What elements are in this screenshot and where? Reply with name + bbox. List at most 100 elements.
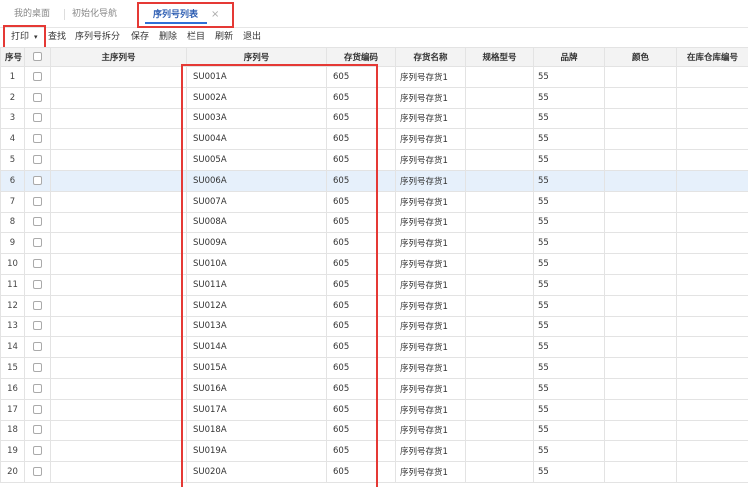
item-name-cell: 序列号存货1 xyxy=(395,419,466,442)
header-main-serial[interactable]: 主序列号 xyxy=(50,47,187,67)
table-row[interactable]: 16 SU016A 605 序列号存货1 55 xyxy=(0,377,748,400)
main-serial-cell xyxy=(50,461,187,483)
color-cell xyxy=(604,169,677,192)
brand-cell: 55 xyxy=(533,357,605,379)
header-serial[interactable]: 序列号 xyxy=(186,47,327,67)
table-row[interactable]: 17 SU017A 605 序列号存货1 55 xyxy=(0,398,748,421)
table-row[interactable]: 3 SU003A 605 序列号存货1 55 xyxy=(0,107,748,130)
table-row[interactable]: 2 SU002A 605 序列号存货1 55 xyxy=(0,86,748,109)
row-checkbox[interactable] xyxy=(33,134,42,144)
row-checkbox[interactable] xyxy=(33,155,42,165)
row-index-cell: 20 xyxy=(0,461,25,483)
close-icon[interactable]: × xyxy=(211,4,219,26)
table-row[interactable]: 20 SU020A 605 序列号存货1 55 xyxy=(0,461,748,483)
header-index[interactable]: 序号 xyxy=(0,47,25,67)
row-checkbox[interactable] xyxy=(33,196,42,206)
item-name-cell: 序列号存货1 xyxy=(395,169,466,192)
header-item-name[interactable]: 存货名称 xyxy=(395,47,466,67)
row-checkbox[interactable] xyxy=(33,71,42,81)
main-serial-cell xyxy=(50,128,187,151)
spec-cell xyxy=(465,128,534,151)
row-checkbox[interactable] xyxy=(33,425,42,435)
color-cell xyxy=(604,294,677,317)
main-serial-cell xyxy=(50,66,187,88)
serial-cell: SU017A xyxy=(186,398,327,421)
header-spec[interactable]: 规格型号 xyxy=(465,47,534,67)
row-checkbox[interactable] xyxy=(33,383,42,393)
brand-cell: 55 xyxy=(533,419,605,442)
row-checkbox-cell xyxy=(24,357,51,379)
item-name-cell: 序列号存货1 xyxy=(395,357,466,379)
select-all-checkbox[interactable] xyxy=(33,52,42,61)
row-checkbox[interactable] xyxy=(33,175,42,185)
item-code-cell: 605 xyxy=(326,377,396,400)
table-row[interactable]: 14 SU014A 605 序列号存货1 55 xyxy=(0,336,748,359)
header-select-all[interactable] xyxy=(24,47,51,67)
table-row[interactable]: 7 SU007A 605 序列号存货1 55 xyxy=(0,190,748,213)
row-checkbox[interactable] xyxy=(33,446,42,456)
header-color[interactable]: 颜色 xyxy=(604,47,677,67)
brand-cell: 55 xyxy=(533,128,605,151)
columns-button[interactable]: 栏目 xyxy=(187,28,205,47)
row-checkbox[interactable] xyxy=(33,217,42,227)
row-checkbox[interactable] xyxy=(33,113,42,123)
row-checkbox[interactable] xyxy=(33,238,42,248)
item-code-cell: 605 xyxy=(326,357,396,379)
row-checkbox[interactable] xyxy=(33,279,42,289)
row-checkbox[interactable] xyxy=(33,342,42,352)
tab-serial-list[interactable]: 序列号列表 × xyxy=(137,2,234,28)
split-serial-button[interactable]: 序列号拆分 xyxy=(75,28,120,47)
tab-init-guide[interactable]: 初始化导航 xyxy=(72,0,117,28)
header-brand[interactable]: 品牌 xyxy=(533,47,605,67)
color-cell xyxy=(604,440,677,463)
item-code-cell: 605 xyxy=(326,232,396,255)
table-row[interactable]: 9 SU009A 605 序列号存货1 55 xyxy=(0,232,748,255)
table-row[interactable]: 18 SU018A 605 序列号存货1 55 xyxy=(0,419,748,442)
brand-cell: 55 xyxy=(533,107,605,130)
brand-cell: 55 xyxy=(533,253,605,275)
table-row[interactable]: 8 SU008A 605 序列号存货1 55 xyxy=(0,211,748,234)
table-row[interactable]: 11 SU011A 605 序列号存货1 55 xyxy=(0,273,748,296)
print-button[interactable]: 打印 ▾ xyxy=(3,25,46,49)
serial-cell: SU002A xyxy=(186,86,327,109)
table-row[interactable]: 1 SU001A 605 序列号存货1 55 xyxy=(0,66,748,88)
delete-button[interactable]: 删除 xyxy=(159,28,177,47)
main-serial-cell xyxy=(50,86,187,109)
spec-cell xyxy=(465,107,534,130)
find-button[interactable]: 查找 xyxy=(48,28,66,47)
row-index-cell: 15 xyxy=(0,357,25,379)
item-code-cell: 605 xyxy=(326,398,396,421)
spec-cell xyxy=(465,149,534,171)
table-row[interactable]: 15 SU015A 605 序列号存货1 55 xyxy=(0,357,748,379)
brand-cell: 55 xyxy=(533,336,605,359)
row-checkbox[interactable] xyxy=(33,92,42,102)
table-row[interactable]: 5 SU005A 605 序列号存货1 55 xyxy=(0,149,748,171)
row-checkbox[interactable] xyxy=(33,363,42,373)
row-checkbox[interactable] xyxy=(33,300,42,310)
table-row[interactable]: 10 SU010A 605 序列号存货1 55 xyxy=(0,253,748,275)
row-index-cell: 9 xyxy=(0,232,25,255)
item-name-cell: 序列号存货1 xyxy=(395,253,466,275)
save-button[interactable]: 保存 xyxy=(131,28,149,47)
row-checkbox[interactable] xyxy=(33,259,42,269)
item-code-cell: 605 xyxy=(326,190,396,213)
table-row[interactable]: 19 SU019A 605 序列号存货1 55 xyxy=(0,440,748,463)
row-index-cell: 19 xyxy=(0,440,25,463)
brand-cell: 55 xyxy=(533,149,605,171)
table-row[interactable]: 13 SU013A 605 序列号存货1 55 xyxy=(0,315,748,338)
exit-button[interactable]: 退出 xyxy=(243,28,261,47)
refresh-button[interactable]: 刷新 xyxy=(215,28,233,47)
row-checkbox[interactable] xyxy=(33,467,42,477)
serial-cell: SU010A xyxy=(186,253,327,275)
table-row[interactable]: 4 SU004A 605 序列号存货1 55 xyxy=(0,128,748,151)
spec-cell xyxy=(465,461,534,483)
row-checkbox[interactable] xyxy=(33,404,42,414)
tab-my-desktop[interactable]: 我的桌面 xyxy=(14,0,50,28)
header-warehouse[interactable]: 在库仓库编号 xyxy=(676,47,748,67)
table-row[interactable]: 6 SU006A 605 序列号存货1 55 xyxy=(0,169,748,192)
header-item-code[interactable]: 存货编码 xyxy=(326,47,396,67)
table-row[interactable]: 12 SU012A 605 序列号存货1 55 xyxy=(0,294,748,317)
row-checkbox-cell xyxy=(24,398,51,421)
row-checkbox[interactable] xyxy=(33,321,42,331)
color-cell xyxy=(604,398,677,421)
